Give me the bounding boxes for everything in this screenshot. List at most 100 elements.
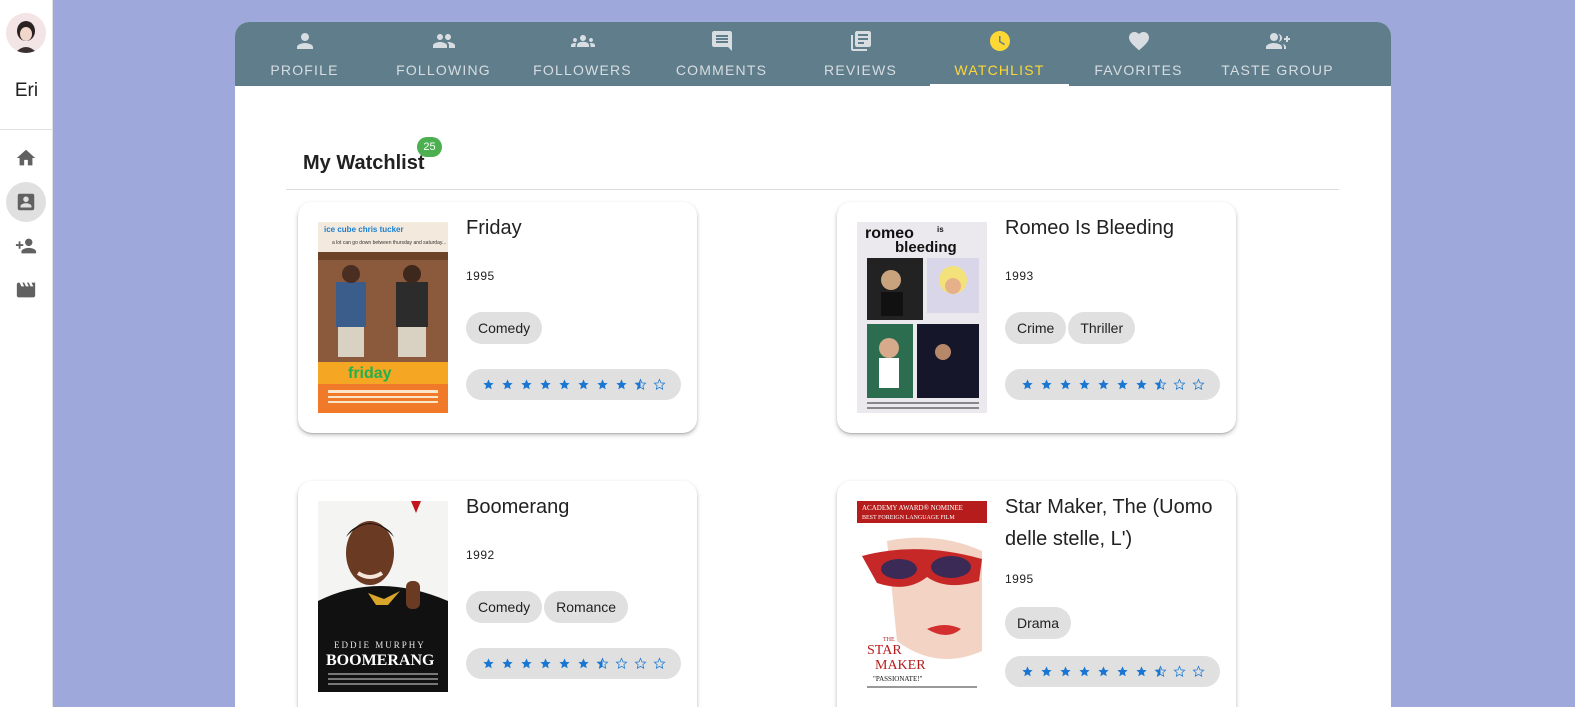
star-full-icon[interactable] bbox=[517, 654, 536, 673]
star-empty-icon[interactable] bbox=[1189, 375, 1208, 394]
star-full-icon[interactable] bbox=[1113, 375, 1132, 394]
poster-logo: friday bbox=[348, 365, 392, 382]
user-name: Eri bbox=[14, 80, 39, 101]
star-half-icon[interactable] bbox=[593, 654, 612, 673]
star-rating[interactable] bbox=[1005, 369, 1220, 400]
home-icon bbox=[16, 149, 36, 166]
star-full-icon[interactable] bbox=[498, 654, 517, 673]
heart-icon bbox=[1128, 32, 1149, 51]
movies-nav-button[interactable] bbox=[6, 270, 46, 310]
star-full-icon[interactable] bbox=[1132, 662, 1151, 681]
star-empty-icon[interactable] bbox=[612, 654, 631, 673]
section-divider bbox=[286, 189, 1339, 190]
movie-icon bbox=[16, 282, 36, 298]
movie-card[interactable]: EDDIE MURPHY BOOMERANG Boomerang 1992 Co… bbox=[298, 481, 697, 707]
star-full-icon[interactable] bbox=[593, 375, 612, 394]
star-full-icon[interactable] bbox=[1037, 375, 1056, 394]
tab-followers[interactable]: Followers bbox=[513, 22, 652, 86]
star-full-icon[interactable] bbox=[1037, 662, 1056, 681]
star-full-icon[interactable] bbox=[1018, 662, 1037, 681]
movie-poster[interactable]: ACADEMY AWARD® NOMINEE BEST FOREIGN LANG… bbox=[857, 501, 987, 692]
genre-chip[interactable]: Romance bbox=[544, 591, 629, 623]
star-full-icon[interactable] bbox=[1056, 662, 1075, 681]
star-empty-icon[interactable] bbox=[631, 654, 650, 673]
star-empty-icon[interactable] bbox=[1189, 662, 1208, 681]
tab-label: Following bbox=[396, 62, 491, 78]
genre-chip[interactable]: Comedy bbox=[466, 312, 543, 344]
star-empty-icon[interactable] bbox=[1170, 662, 1189, 681]
movie-year: 1995 bbox=[1005, 572, 1034, 586]
library-books-icon bbox=[850, 31, 871, 51]
genre-chips: Drama bbox=[1005, 607, 1072, 639]
star-full-icon[interactable] bbox=[574, 654, 593, 673]
movie-year: 1993 bbox=[1005, 269, 1034, 283]
star-full-icon[interactable] bbox=[1094, 375, 1113, 394]
movie-poster[interactable]: ice cube chris tucker a lot can go down … bbox=[318, 222, 448, 413]
star-full-icon[interactable] bbox=[574, 375, 593, 394]
person-add-icon bbox=[15, 238, 37, 254]
star-half-icon[interactable] bbox=[1151, 662, 1170, 681]
poster-banner-1: ACADEMY AWARD® NOMINEE bbox=[862, 504, 963, 512]
tab-taste-group[interactable]: Taste Group bbox=[1208, 22, 1347, 86]
star-full-icon[interactable] bbox=[1075, 375, 1094, 394]
genre-chip[interactable]: Crime bbox=[1005, 312, 1067, 344]
tab-watchlist[interactable]: Watchlist bbox=[930, 22, 1069, 86]
profile-tab-bar: Profile Following Followers Comments Rev… bbox=[235, 22, 1391, 86]
star-full-icon[interactable] bbox=[479, 654, 498, 673]
star-empty-icon[interactable] bbox=[650, 375, 669, 394]
star-empty-icon[interactable] bbox=[650, 654, 669, 673]
star-full-icon[interactable] bbox=[1075, 662, 1094, 681]
movie-title: Boomerang bbox=[466, 496, 570, 518]
star-full-icon[interactable] bbox=[536, 654, 555, 673]
add-friend-nav-button[interactable] bbox=[6, 226, 46, 266]
star-half-icon[interactable] bbox=[631, 375, 650, 394]
genre-chip[interactable]: Thriller bbox=[1068, 312, 1136, 344]
tab-label: Comments bbox=[675, 62, 768, 78]
tab-following[interactable]: Following bbox=[374, 22, 513, 86]
movie-card[interactable]: ACADEMY AWARD® NOMINEE BEST FOREIGN LANG… bbox=[837, 481, 1236, 707]
tab-label: Taste Group bbox=[1221, 62, 1334, 78]
genre-chips: Comedy bbox=[466, 312, 543, 344]
groups-icon bbox=[570, 35, 595, 47]
star-full-icon[interactable] bbox=[555, 375, 574, 394]
poster-tagline: a lot can go down between thursday and s… bbox=[332, 240, 446, 246]
tab-comments[interactable]: Comments bbox=[652, 22, 791, 86]
movie-poster[interactable]: romeo is bleeding bbox=[857, 222, 987, 413]
profile-nav-button[interactable] bbox=[6, 182, 46, 222]
star-full-icon[interactable] bbox=[555, 654, 574, 673]
star-empty-icon[interactable] bbox=[1170, 375, 1189, 394]
star-half-icon[interactable] bbox=[1151, 375, 1170, 394]
movie-card[interactable]: romeo is bleeding Romeo Is Bleeding 1993 bbox=[837, 202, 1236, 433]
star-full-icon[interactable] bbox=[1056, 375, 1075, 394]
genre-chips: Crime Thriller bbox=[1005, 312, 1136, 344]
star-full-icon[interactable] bbox=[612, 375, 631, 394]
star-full-icon[interactable] bbox=[1018, 375, 1037, 394]
poster-banner-2: BEST FOREIGN LANGUAGE FILM bbox=[862, 515, 955, 521]
watchlist-title: My Watchlist bbox=[303, 152, 425, 174]
genre-chip[interactable]: Drama bbox=[1005, 607, 1072, 639]
star-full-icon[interactable] bbox=[517, 375, 536, 394]
contact-card-icon bbox=[17, 193, 35, 211]
star-rating[interactable] bbox=[466, 369, 681, 400]
movie-card[interactable]: ice cube chris tucker a lot can go down … bbox=[298, 202, 697, 433]
star-full-icon[interactable] bbox=[536, 375, 555, 394]
genre-chip[interactable]: Comedy bbox=[466, 591, 543, 623]
star-full-icon[interactable] bbox=[1094, 662, 1113, 681]
home-nav-button[interactable] bbox=[6, 138, 46, 178]
star-full-icon[interactable] bbox=[479, 375, 498, 394]
star-full-icon[interactable] bbox=[1113, 662, 1132, 681]
star-rating[interactable] bbox=[466, 648, 681, 679]
left-nav-rail: Eri bbox=[0, 0, 53, 707]
avatar[interactable] bbox=[6, 13, 46, 53]
movie-year: 1995 bbox=[466, 269, 495, 283]
star-rating[interactable] bbox=[1005, 656, 1220, 687]
tab-profile[interactable]: Profile bbox=[235, 22, 374, 86]
tab-favorites[interactable]: Favorites bbox=[1069, 22, 1208, 86]
star-full-icon[interactable] bbox=[1132, 375, 1151, 394]
tab-reviews[interactable]: Reviews bbox=[791, 22, 930, 86]
poster-quote: "PASSIONATE!" bbox=[873, 675, 923, 683]
movie-poster[interactable]: EDDIE MURPHY BOOMERANG bbox=[318, 501, 448, 692]
people-icon bbox=[432, 34, 455, 48]
poster-logo-bottom: bleeding bbox=[895, 239, 957, 256]
star-full-icon[interactable] bbox=[498, 375, 517, 394]
